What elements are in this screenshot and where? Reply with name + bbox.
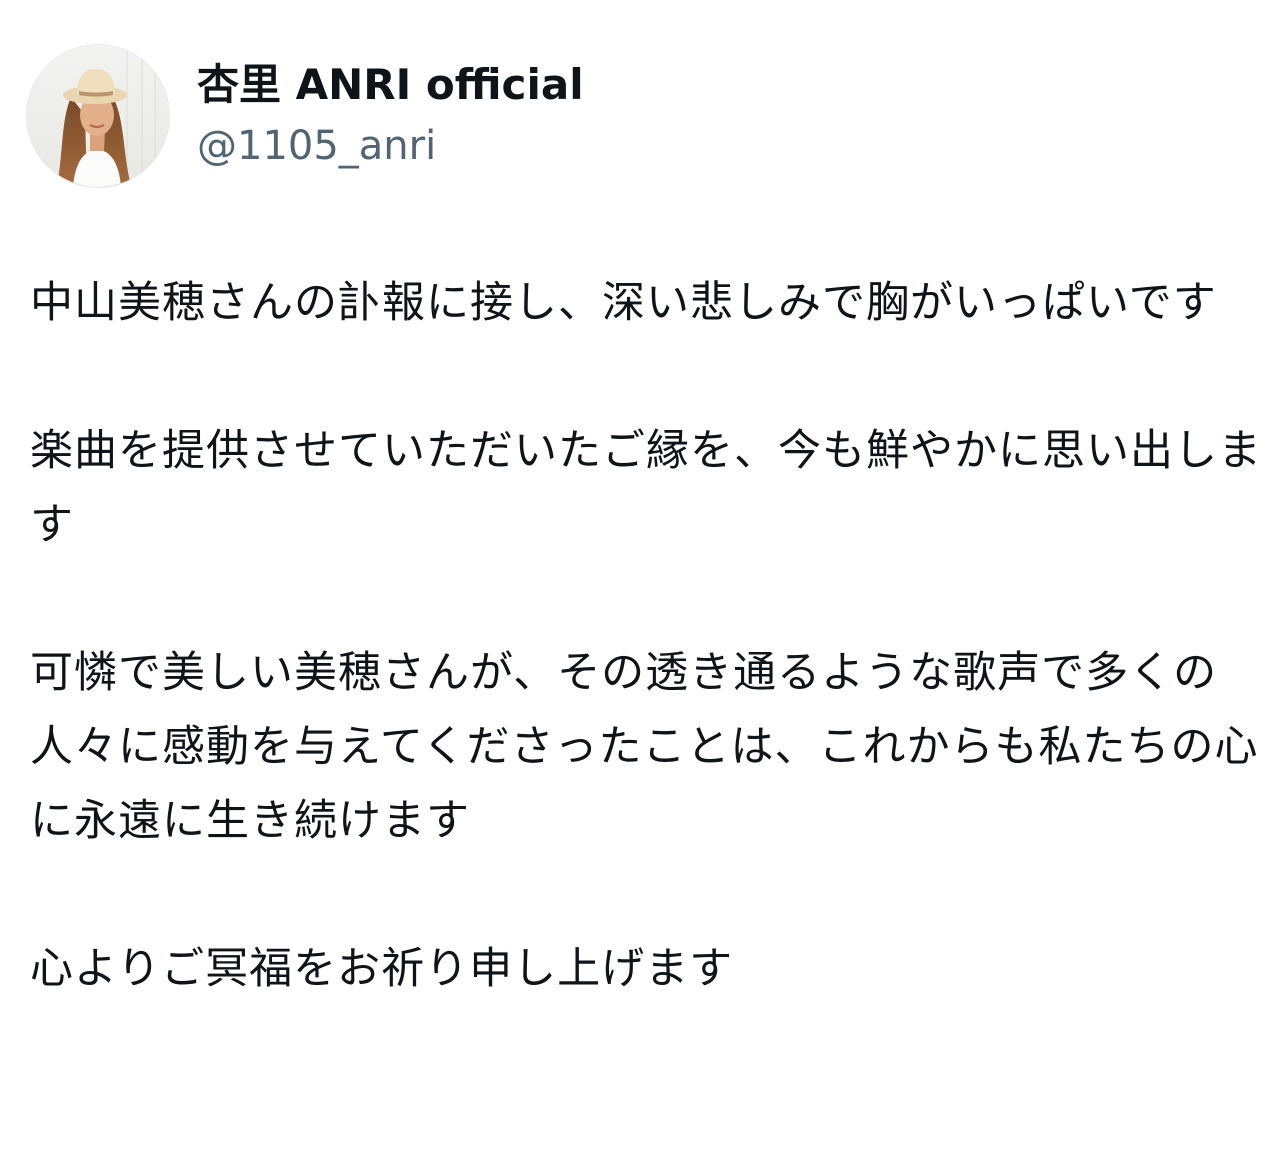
avatar[interactable] [26,44,170,188]
tweet-paragraph: 中山美穂さんの訃報に接し、深い悲しみで胸がいっぱいです [30,278,1217,328]
profile-photo-icon [27,45,169,187]
display-name[interactable]: 杏里 ANRI official [197,58,584,112]
tweet-card: 杏里 ANRI official @1105_anri 中山美穂さんの訃報に接し… [0,0,1284,1151]
tweet-paragraph: 可憐で美しい美穂さんが、その透き通るような歌声で多くの人々に感動を与えてくださっ… [30,648,1259,846]
user-handle[interactable]: @1105_anri [197,118,584,174]
tweet-text: 中山美穂さんの訃報に接し、深い悲しみで胸がいっぱいです 楽曲を提供させていただい… [30,266,1262,1006]
author-names: 杏里 ANRI official @1105_anri [197,58,584,174]
tweet-paragraph: 楽曲を提供させていただいたご縁を、今も鮮やかに思い出します [30,426,1262,550]
tweet-paragraph: 心よりご冥福をお祈り申し上げます [30,944,734,994]
tweet-header: 杏里 ANRI official @1105_anri [26,44,584,188]
